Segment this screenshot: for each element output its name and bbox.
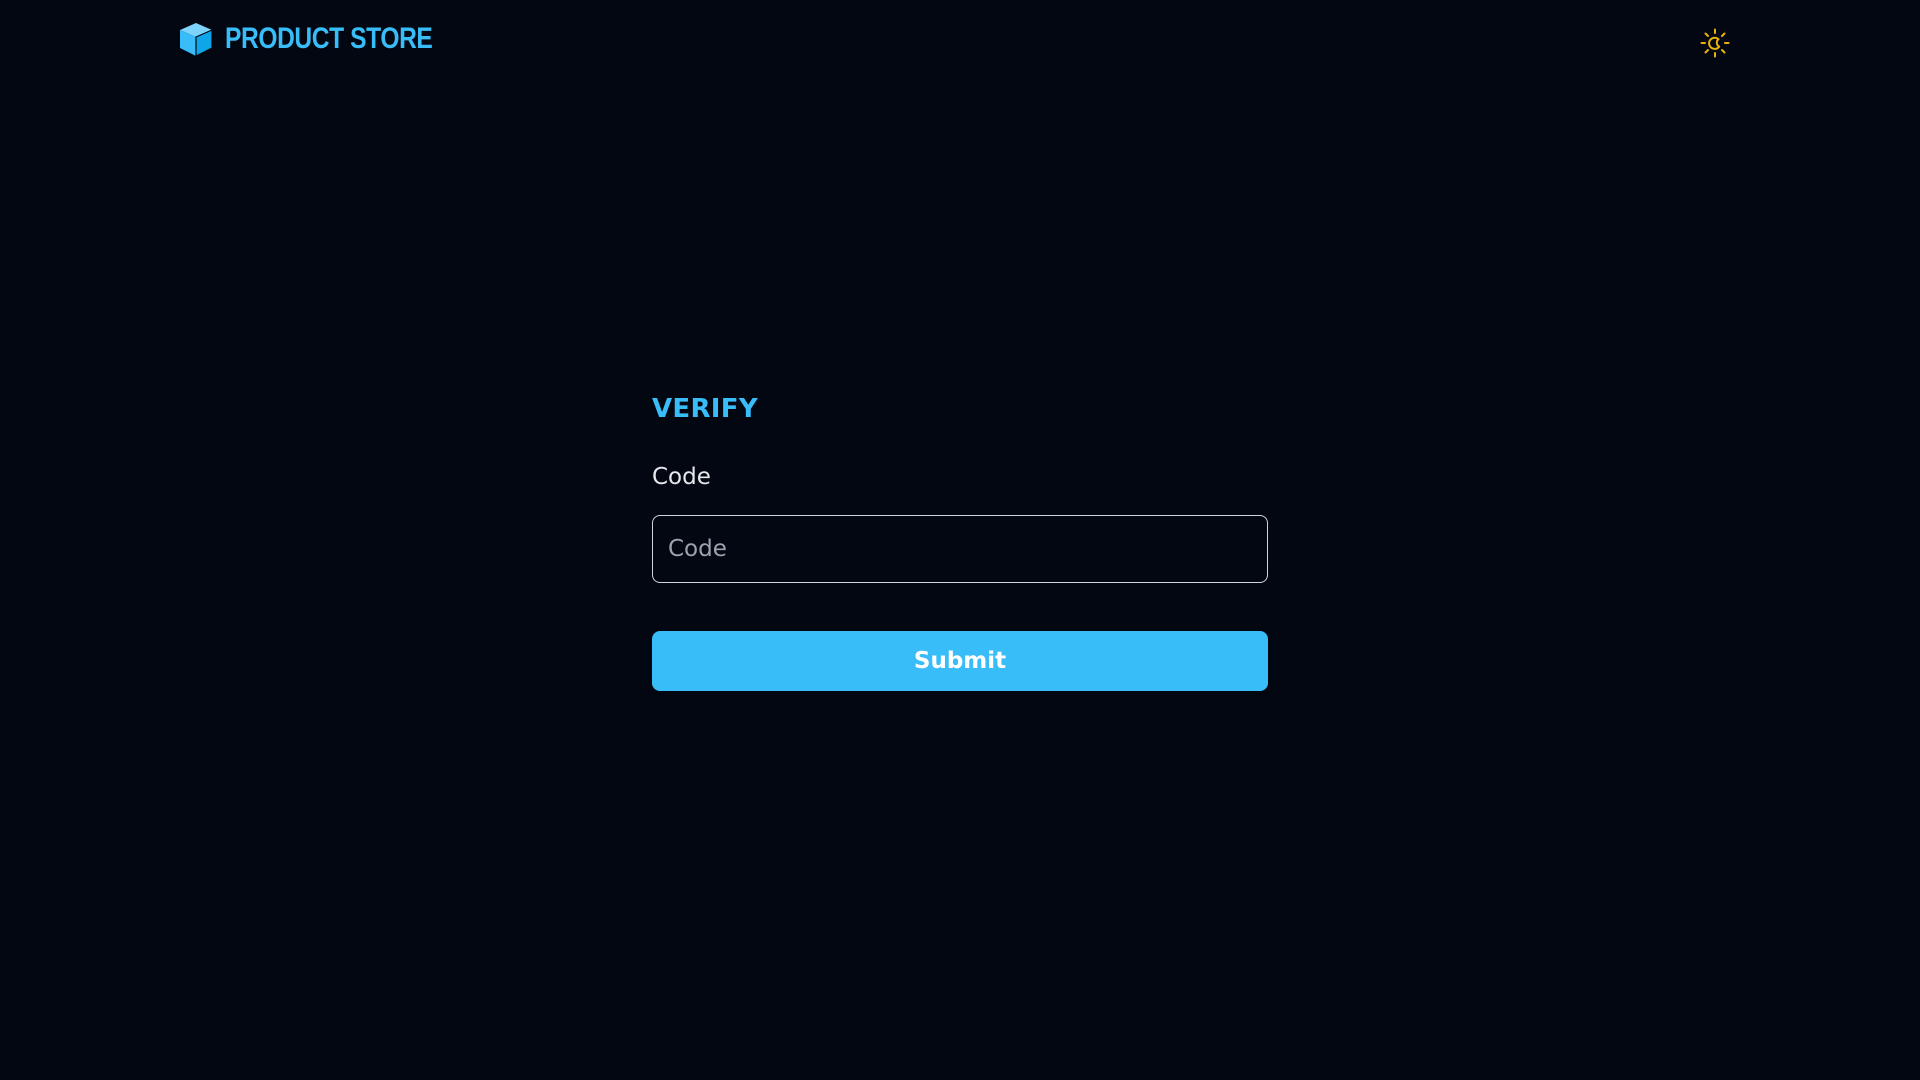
sun-moon-icon bbox=[1700, 28, 1730, 61]
cube-icon bbox=[177, 20, 215, 58]
verify-form: VERIFY Code Submit bbox=[652, 390, 1268, 691]
brand-name: PRODUCT STORE bbox=[225, 22, 433, 55]
submit-button[interactable]: Submit bbox=[652, 631, 1268, 691]
code-input[interactable] bbox=[652, 515, 1268, 583]
form-title: VERIFY bbox=[652, 394, 758, 424]
brand-home-link[interactable]: PRODUCT STORE bbox=[177, 18, 478, 60]
code-label: Code bbox=[652, 464, 711, 490]
theme-toggle-button[interactable] bbox=[1700, 28, 1730, 58]
navbar: PRODUCT STORE bbox=[0, 0, 1920, 80]
